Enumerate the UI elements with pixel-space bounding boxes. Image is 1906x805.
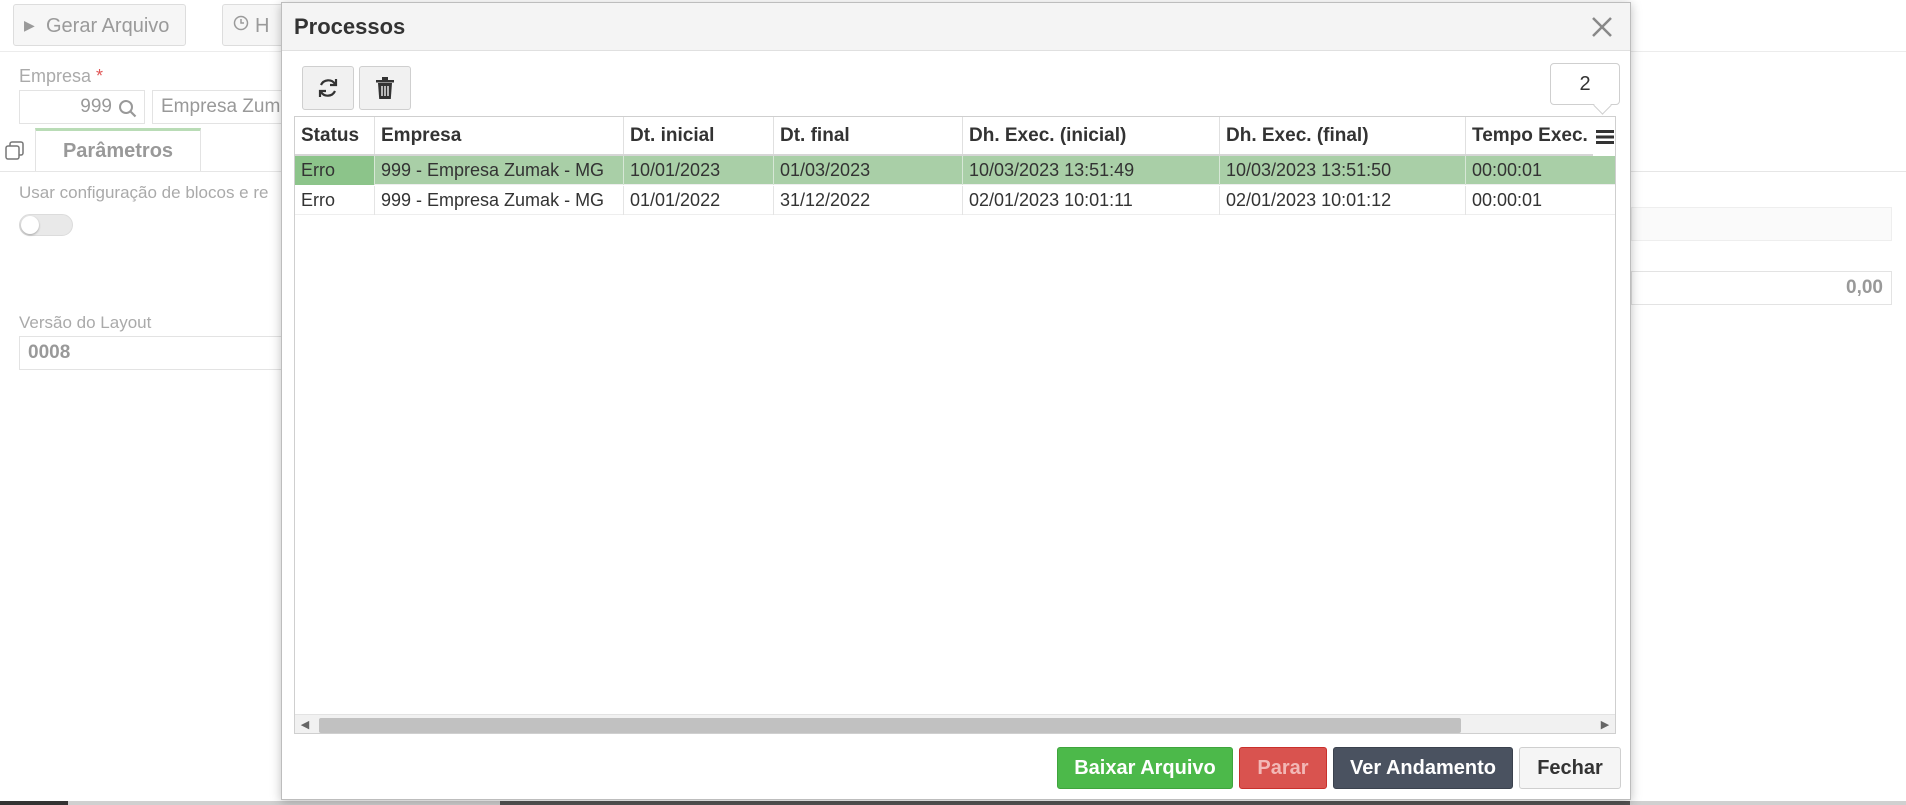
table-row[interactable]: Erro 999 - Empresa Zumak - MG 01/01/2022… — [295, 186, 1615, 215]
empresa-name-input[interactable]: Empresa Zum — [152, 90, 282, 124]
historico-label: H — [255, 15, 270, 37]
copy-icon[interactable] — [4, 140, 26, 162]
column-menu-icon[interactable] — [1593, 118, 1615, 156]
cell-tempo-exec: 00:00:01 — [1472, 190, 1543, 210]
processos-modal: Processos 2 Status Empresa Dt. inicial D… — [281, 2, 1631, 800]
column-header-tempo-exec[interactable]: Tempo Exec. — [1466, 117, 1596, 154]
cell-status: Erro — [295, 156, 375, 185]
versao-layout-value: 0008 — [28, 342, 71, 363]
column-header-dh-exec-inicial[interactable]: Dh. Exec. (inicial) — [963, 117, 1220, 154]
column-header-dt-final[interactable]: Dt. final — [774, 117, 963, 154]
modal-header: Processos — [282, 3, 1630, 51]
modal-title: Processos — [294, 14, 406, 39]
versao-layout-input[interactable]: 0008 — [19, 336, 282, 370]
gerar-arquivo-label: Gerar Arquivo — [46, 15, 170, 37]
refresh-button[interactable] — [302, 66, 354, 110]
cell-dt-final: 01/03/2023 — [774, 156, 963, 185]
gerar-arquivo-button[interactable]: ▶ Gerar Arquivo — [13, 4, 187, 46]
trash-icon — [376, 77, 394, 99]
required-mark: * — [96, 66, 104, 86]
versao-layout-label: Versão do Layout — [19, 313, 152, 332]
grid-header: Status Empresa Dt. inicial Dt. final Dh.… — [295, 117, 1615, 156]
cell-dt-inicial: 01/01/2022 — [624, 186, 774, 215]
cell-dt-inicial: 10/01/2023 — [624, 156, 774, 185]
column-header-empresa[interactable]: Empresa — [375, 117, 624, 154]
close-icon[interactable] — [1584, 9, 1620, 45]
processos-grid: Status Empresa Dt. inicial Dt. final Dh.… — [294, 116, 1616, 734]
baixar-arquivo-button[interactable]: Baixar Arquivo — [1057, 747, 1233, 789]
cell-dh-exec-final: 10/03/2023 13:51:50 — [1220, 156, 1466, 185]
record-count-badge: 2 — [1550, 63, 1620, 105]
refresh-icon — [318, 79, 338, 97]
cell-empresa: 999 - Empresa Zumak - MG — [375, 156, 624, 185]
horizontal-scrollbar[interactable]: ◀ ▶ — [295, 714, 1615, 733]
fechar-button[interactable]: Fechar — [1519, 747, 1621, 789]
clock-icon — [233, 5, 255, 45]
scrollbar-thumb[interactable] — [319, 718, 1461, 733]
usar-config-toggle[interactable] — [19, 214, 73, 236]
empresa-code-value: 999 — [80, 96, 112, 117]
delete-button[interactable] — [359, 66, 411, 110]
column-header-status[interactable]: Status — [295, 117, 375, 154]
cell-dh-exec-inicial: 10/03/2023 13:51:49 — [963, 156, 1220, 185]
search-icon[interactable] — [118, 98, 138, 123]
play-icon: ▶ — [24, 17, 35, 33]
right-field-1[interactable] — [1631, 207, 1892, 241]
right-value-field[interactable]: 0,00 — [1631, 271, 1892, 305]
column-header-dt-inicial[interactable]: Dt. inicial — [624, 117, 774, 154]
scroll-left-icon[interactable]: ◀ — [299, 718, 311, 733]
cell-dh-exec-inicial: 02/01/2023 10:01:11 — [963, 186, 1220, 215]
cell-dh-exec-final: 02/01/2023 10:01:12 — [1220, 186, 1466, 215]
empresa-code-input[interactable]: 999 — [19, 90, 145, 124]
right-value: 0,00 — [1846, 277, 1883, 298]
column-header-dh-exec-final[interactable]: Dh. Exec. (final) — [1220, 117, 1466, 154]
parar-button[interactable]: Parar — [1239, 747, 1327, 789]
empresa-label-text: Empresa — [19, 66, 92, 86]
cell-tempo-exec: 00:00:01 — [1472, 160, 1543, 180]
usar-config-label: Usar configuração de blocos e re — [19, 183, 269, 202]
tab-parametros[interactable]: Parâmetros — [35, 128, 201, 172]
ver-andamento-button[interactable]: Ver Andamento — [1333, 747, 1513, 789]
cell-status: Erro — [295, 186, 375, 215]
cell-empresa: 999 - Empresa Zumak - MG — [375, 186, 624, 215]
bottom-bar — [0, 801, 1906, 805]
tab-parametros-label: Parâmetros — [62, 140, 174, 162]
cell-dt-final: 31/12/2022 — [774, 186, 963, 215]
empresa-label: Empresa * — [19, 66, 103, 87]
empresa-name-value: Empresa Zum — [161, 96, 281, 117]
table-row[interactable]: Erro 999 - Empresa Zumak - MG 10/01/2023… — [295, 156, 1615, 185]
scroll-right-icon[interactable]: ▶ — [1599, 718, 1611, 733]
